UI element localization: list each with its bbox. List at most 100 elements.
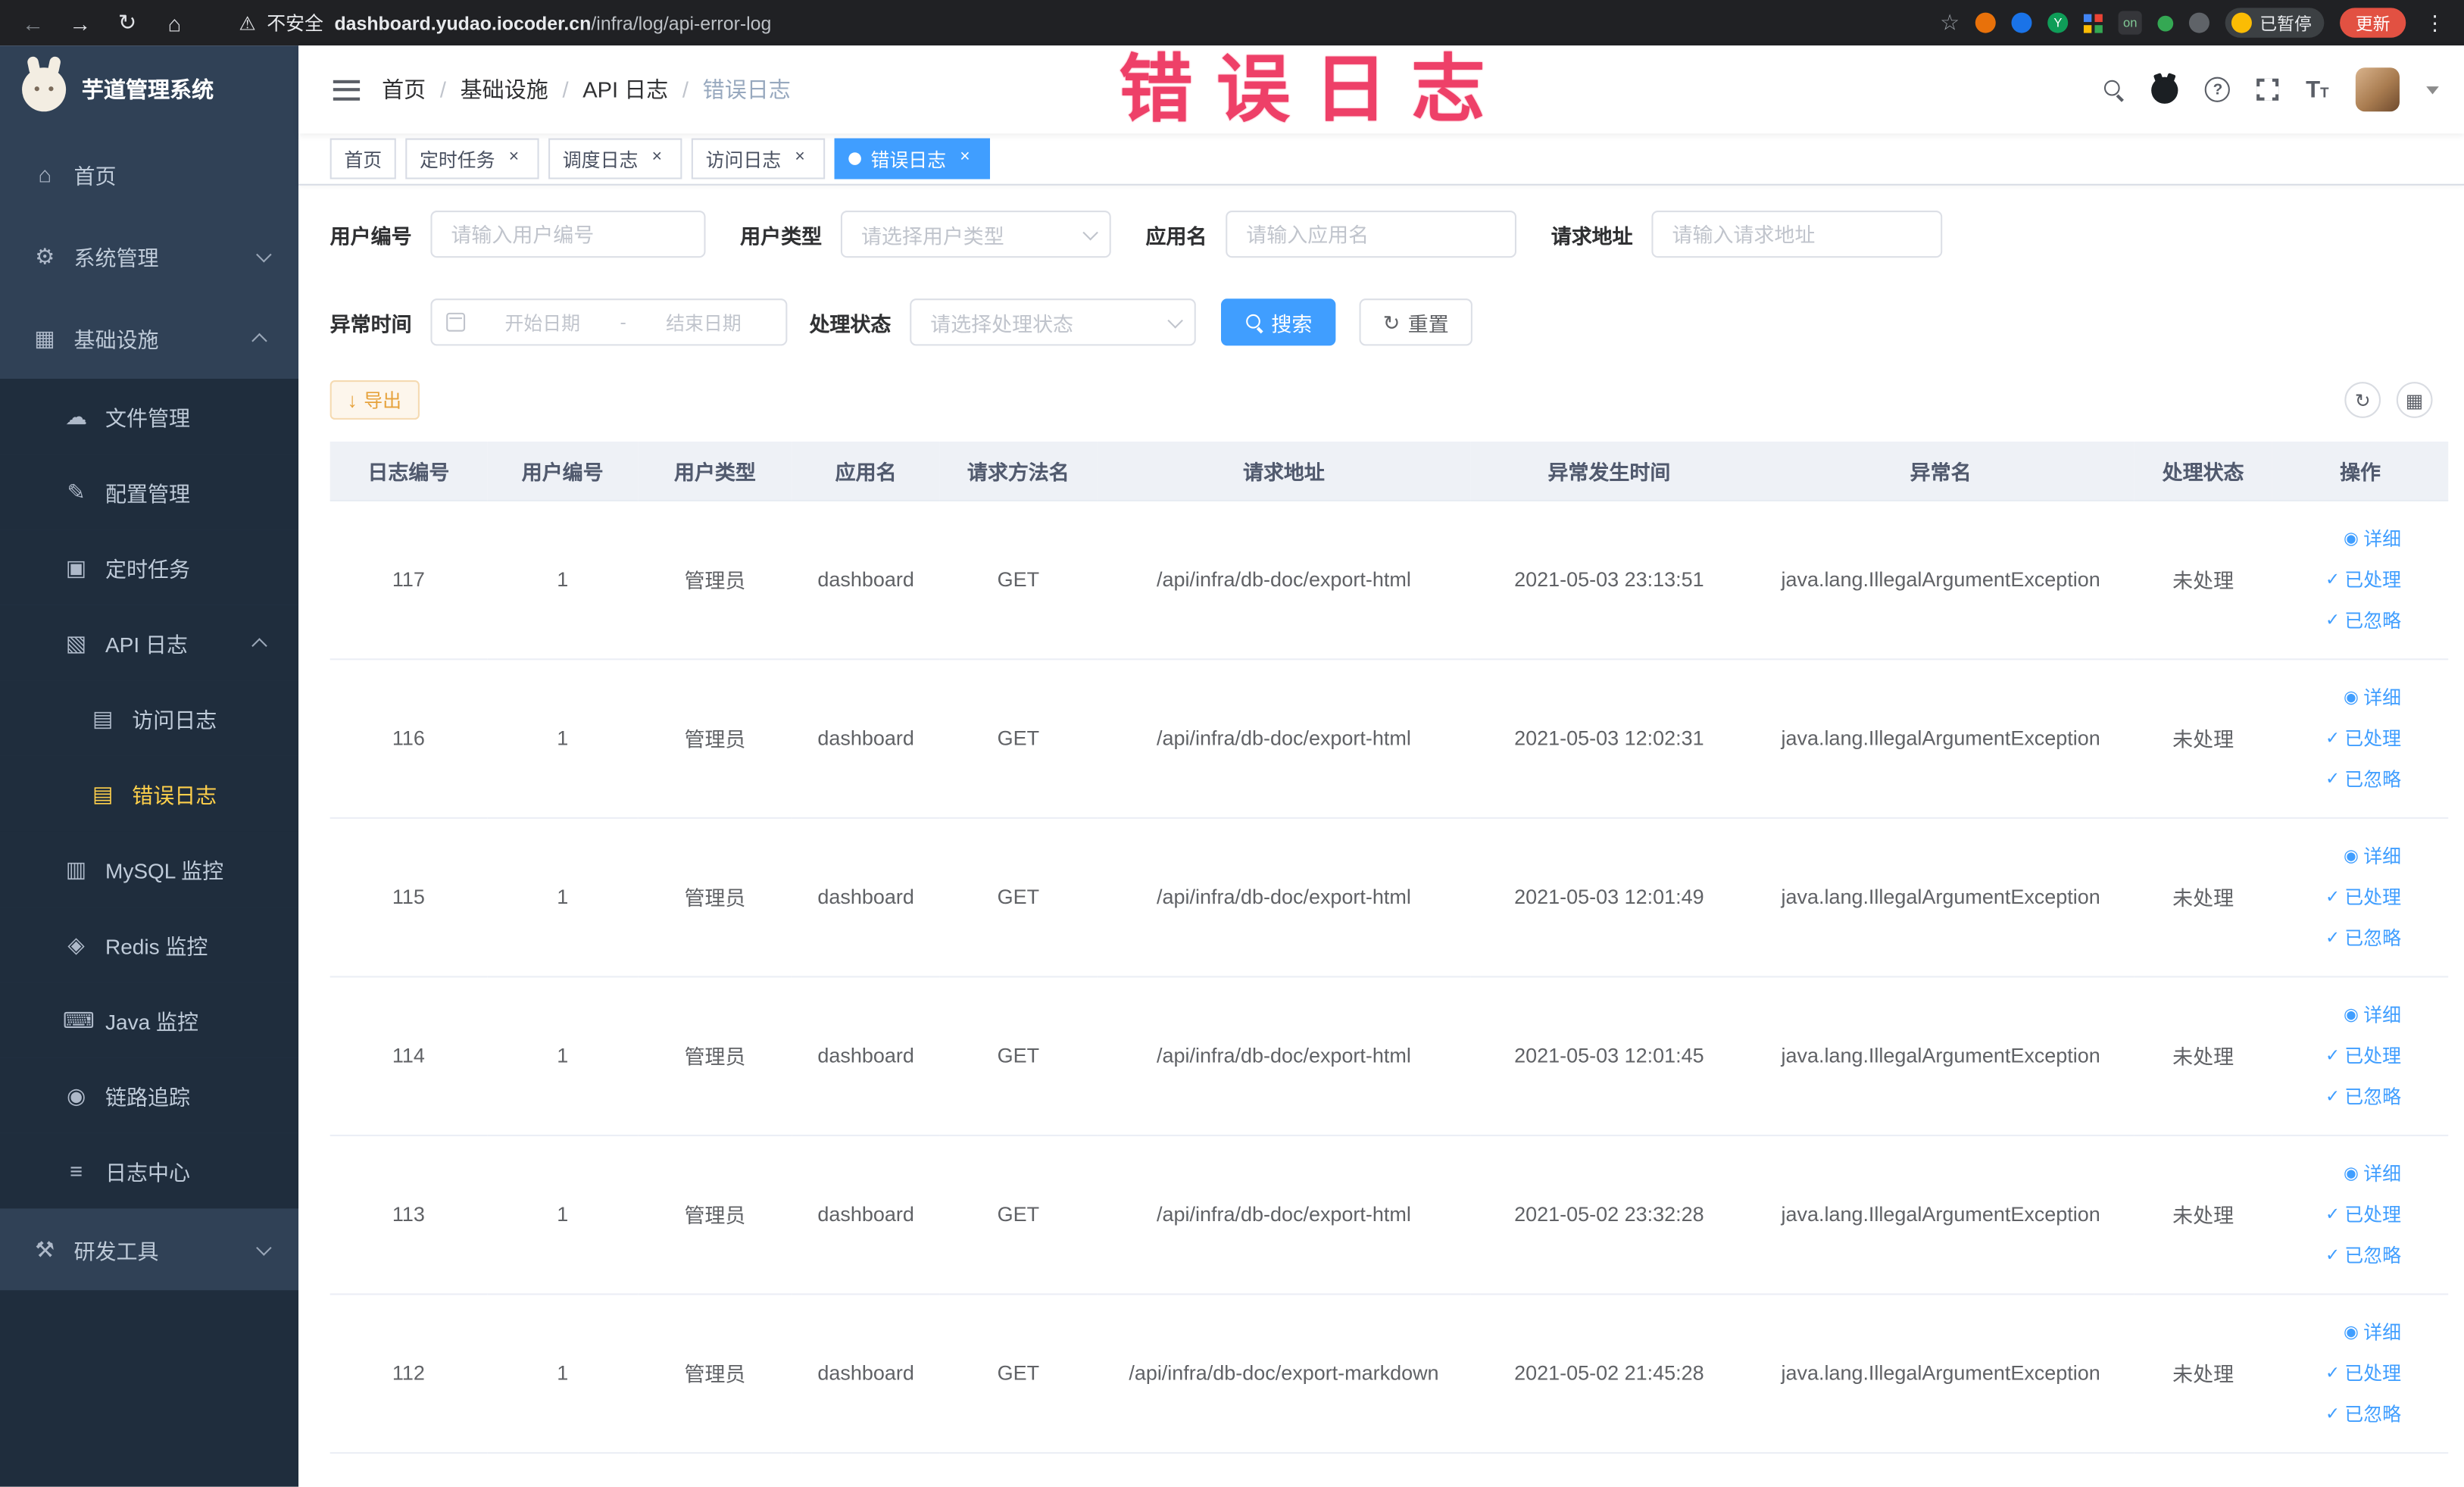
browser-reload-icon[interactable]: ↻ [110,5,145,40]
row-action-ignored[interactable]: ✓ 已忽略 [2325,1077,2401,1115]
cell-actions: ◉ 详细 ✓ 已处理 ✓ 已忽略 [2272,499,2449,660]
sidebar-item-file-management[interactable]: ☁ 文件管理 [0,378,299,455]
font-size-icon[interactable]: TT [2306,78,2328,102]
app-name-label: 应用名 [1145,223,1207,248]
browser-update-button[interactable]: 更新 [2340,8,2406,38]
search-button[interactable]: 搜索 [1221,298,1336,346]
trace-icon: ◉ [66,1082,86,1107]
table-row: 113 1 管理员 dashboard GET /api/infra/db-do… [329,1134,2449,1295]
sidebar-toggle-button[interactable] [333,79,361,100]
sidebar-item-label: 定时任务 [105,558,191,582]
row-action-detail[interactable]: ◉ 详细 [2344,995,2401,1033]
row-action-processed[interactable]: ✓ 已处理 [2325,719,2401,757]
row-action-ignored[interactable]: ✓ 已忽略 [2325,760,2401,798]
help-icon[interactable]: ? [2205,77,2231,102]
search-icon[interactable] [2103,79,2125,101]
row-action-processed[interactable]: ✓ 已处理 [2325,1354,2401,1392]
sidebar-item-link-tracing[interactable]: ◉ 链路追踪 [0,1057,299,1133]
row-action-detail[interactable]: ◉ 详细 [2344,1313,2401,1351]
cell-method: GET [939,976,1098,1136]
sidebar-item-infrastructure[interactable]: ▦ 基础设施 [0,297,298,379]
address-bar[interactable]: ⚠ 不安全 dashboard.yudao.iocoder.cn/infra/l… [205,9,1928,36]
sidebar-item-api-logs[interactable]: ▧ API 日志 [0,604,299,681]
sidebar-filler [0,1290,299,1487]
sidebar-item-redis-monitor[interactable]: ◈ Redis 监控 [0,907,299,982]
browser-menu-icon[interactable]: ⋮ [2422,10,2448,35]
tab-schedule-log[interactable]: 调度日志 × [548,138,682,180]
sidebar-item-java-monitor[interactable]: ⌨ Java 监控 [0,982,299,1058]
app-name-input[interactable] [1226,210,1517,258]
breadcrumb-item-api-logs[interactable]: API 日志 [582,74,668,105]
tab-close-icon[interactable]: × [789,148,811,170]
column-settings-button[interactable]: ▦ [2396,382,2433,418]
sidebar-item-mysql-monitor[interactable]: ▥ MySQL 监控 [0,831,299,908]
row-action-detail[interactable]: ◉ 详细 [2344,837,2401,875]
reset-button[interactable]: ↻ 重置 [1359,298,1472,346]
user-type-select[interactable]: 请选择用户类型 [840,210,1111,258]
row-action-ignored[interactable]: ✓ 已忽略 [2325,601,2401,639]
sidebar-item-home[interactable]: ⌂ 首页 [0,133,298,215]
check-icon: ✓ [2325,1363,2341,1382]
tab-label: 访问日志 [705,148,782,171]
fullscreen-icon[interactable] [2256,78,2279,101]
row-action-ignored[interactable]: ✓ 已忽略 [2325,919,2401,957]
row-action-processed[interactable]: ✓ 已处理 [2325,561,2401,598]
tab-close-icon[interactable]: × [954,148,976,170]
bookmark-star-icon[interactable]: ☆ [1940,9,1960,36]
sidebar-item-label: Redis 监控 [105,935,208,959]
row-action-ignored[interactable]: ✓ 已忽略 [2325,1236,2401,1274]
sidebar-item-log-center[interactable]: ≡ 日志中心 [0,1132,299,1209]
extension-pin-icon[interactable] [2188,12,2209,33]
chevron-up-icon [251,332,267,348]
browser-back-icon[interactable]: ← [16,5,51,40]
row-action-processed[interactable]: ✓ 已处理 [2325,878,2401,916]
extension-grid-icon[interactable] [2084,13,2103,33]
sidebar-item-scheduled-jobs[interactable]: ▣ 定时任务 [0,530,299,605]
row-action-detail[interactable]: ◉ 详细 [2344,1154,2401,1192]
export-button[interactable]: ↓ 导出 [329,380,419,420]
tab-close-icon[interactable]: × [503,148,525,170]
request-url-input[interactable] [1651,210,1943,258]
chevron-down-icon[interactable] [2426,86,2439,94]
tab-home[interactable]: 首页 [329,138,396,180]
extension-icon[interactable] [2157,14,2174,31]
tab-access-log[interactable]: 访问日志 × [691,138,826,180]
sidebar-item-access-log[interactable]: ▤ 访问日志 [0,680,299,756]
process-status-select[interactable]: 请选择处理状态 [910,298,1196,346]
user-id-input[interactable] [430,210,706,258]
redis-icon: ◈ [67,931,85,957]
tab-close-icon[interactable]: × [646,148,668,170]
extension-icon[interactable] [1975,12,1996,33]
row-action-processed[interactable]: ✓ 已处理 [2325,1195,2401,1233]
breadcrumb-item-infrastructure[interactable]: 基础设施 [461,74,548,105]
url-text: dashboard.yudao.iocoder.cn/infra/log/api… [334,11,772,34]
paused-badge[interactable]: 已暂停 [2225,8,2325,38]
tab-scheduled-jobs[interactable]: 定时任务 × [405,138,539,180]
extension-icon[interactable]: Y [2047,12,2069,33]
extension-icon[interactable] [2011,12,2032,33]
sidebar-item-label: 日志中心 [105,1161,191,1186]
row-action-ignored[interactable]: ✓ 已忽略 [2325,1395,2401,1432]
breadcrumb-item-error-log: 错误日志 [702,77,791,102]
browser-forward-icon[interactable]: → [63,5,98,40]
sidebar-item-system-management[interactable]: ⚙ 系统管理 [0,215,298,297]
avatar[interactable] [2355,67,2400,112]
sidebar-item-error-log[interactable]: ▤ 错误日志 [0,755,299,832]
sidebar-item-config-management[interactable]: ✎ 配置管理 [0,454,299,530]
row-action-processed[interactable]: ✓ 已处理 [2325,1036,2401,1074]
extension-on-badge[interactable]: on [2118,11,2142,35]
sidebar-item-dev-tools[interactable]: ⚒ 研发工具 [0,1208,298,1290]
breadcrumb-item-home[interactable]: 首页 [382,74,426,105]
smiley-icon [2231,12,2252,33]
tab-error-log[interactable]: 错误日志 × [834,138,991,180]
cell-app-name: dashboard [792,658,940,818]
date-range-picker[interactable]: 开始日期 - 结束日期 [430,298,788,346]
eye-icon: ◉ [2344,1322,2359,1342]
col-log-id: 日志编号 [329,441,488,501]
github-icon[interactable] [2151,76,2179,103]
browser-home-icon[interactable]: ⌂ [157,5,192,40]
row-action-detail[interactable]: ◉ 详细 [2344,678,2401,716]
sidebar-item-label: 错误日志 [132,784,217,808]
row-action-detail[interactable]: ◉ 详细 [2344,520,2401,558]
refresh-button[interactable]: ↻ [2344,382,2381,418]
